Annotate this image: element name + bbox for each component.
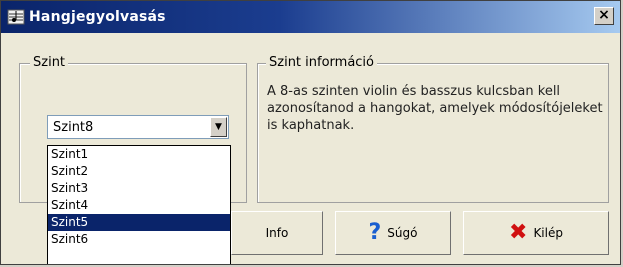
dropdown-option[interactable]: Szint4 — [48, 197, 230, 214]
chevron-down-icon[interactable]: ▼ — [210, 117, 227, 137]
level-select[interactable]: Szint8 ▼ — [47, 115, 229, 139]
level-info-text: A 8-as szinten violin és basszus kulcsba… — [267, 84, 603, 133]
exit-button[interactable]: ✖ Kilép — [463, 211, 609, 255]
dropdown-option-highlighted[interactable]: Szint5 — [48, 214, 230, 231]
level-dropdown-list[interactable]: Szint1 Szint2 Szint3 Szint4 Szint5 Szint… — [47, 145, 231, 264]
level-select-value: Szint8 — [53, 120, 94, 135]
exit-button-label: Kilép — [533, 226, 563, 240]
close-icon: × — [598, 7, 610, 23]
help-button-label: Súgó — [387, 226, 418, 240]
window-title: Hangjegyolvasás — [29, 9, 166, 25]
dropdown-option[interactable]: Szint6 — [48, 231, 230, 248]
red-x-icon: ✖ — [509, 220, 528, 245]
close-button[interactable]: × — [594, 7, 614, 25]
level-info-legend: Szint információ — [266, 55, 377, 70]
info-button-label: Info — [265, 226, 289, 240]
dropdown-option[interactable]: Szint2 — [48, 163, 230, 180]
dropdown-option[interactable]: Szint3 — [48, 180, 230, 197]
question-icon: ? — [368, 220, 382, 245]
dialog-window: Hangjegyolvasás × Szint Szint információ… — [0, 0, 621, 265]
info-button[interactable]: Info — [231, 211, 323, 255]
app-icon — [7, 9, 25, 25]
dropdown-option[interactable]: Szint1 — [48, 146, 230, 163]
help-button[interactable]: ? Súgó — [335, 211, 451, 255]
title-bar[interactable]: Hangjegyolvasás × — [1, 1, 620, 33]
level-group-legend: Szint — [30, 55, 69, 70]
